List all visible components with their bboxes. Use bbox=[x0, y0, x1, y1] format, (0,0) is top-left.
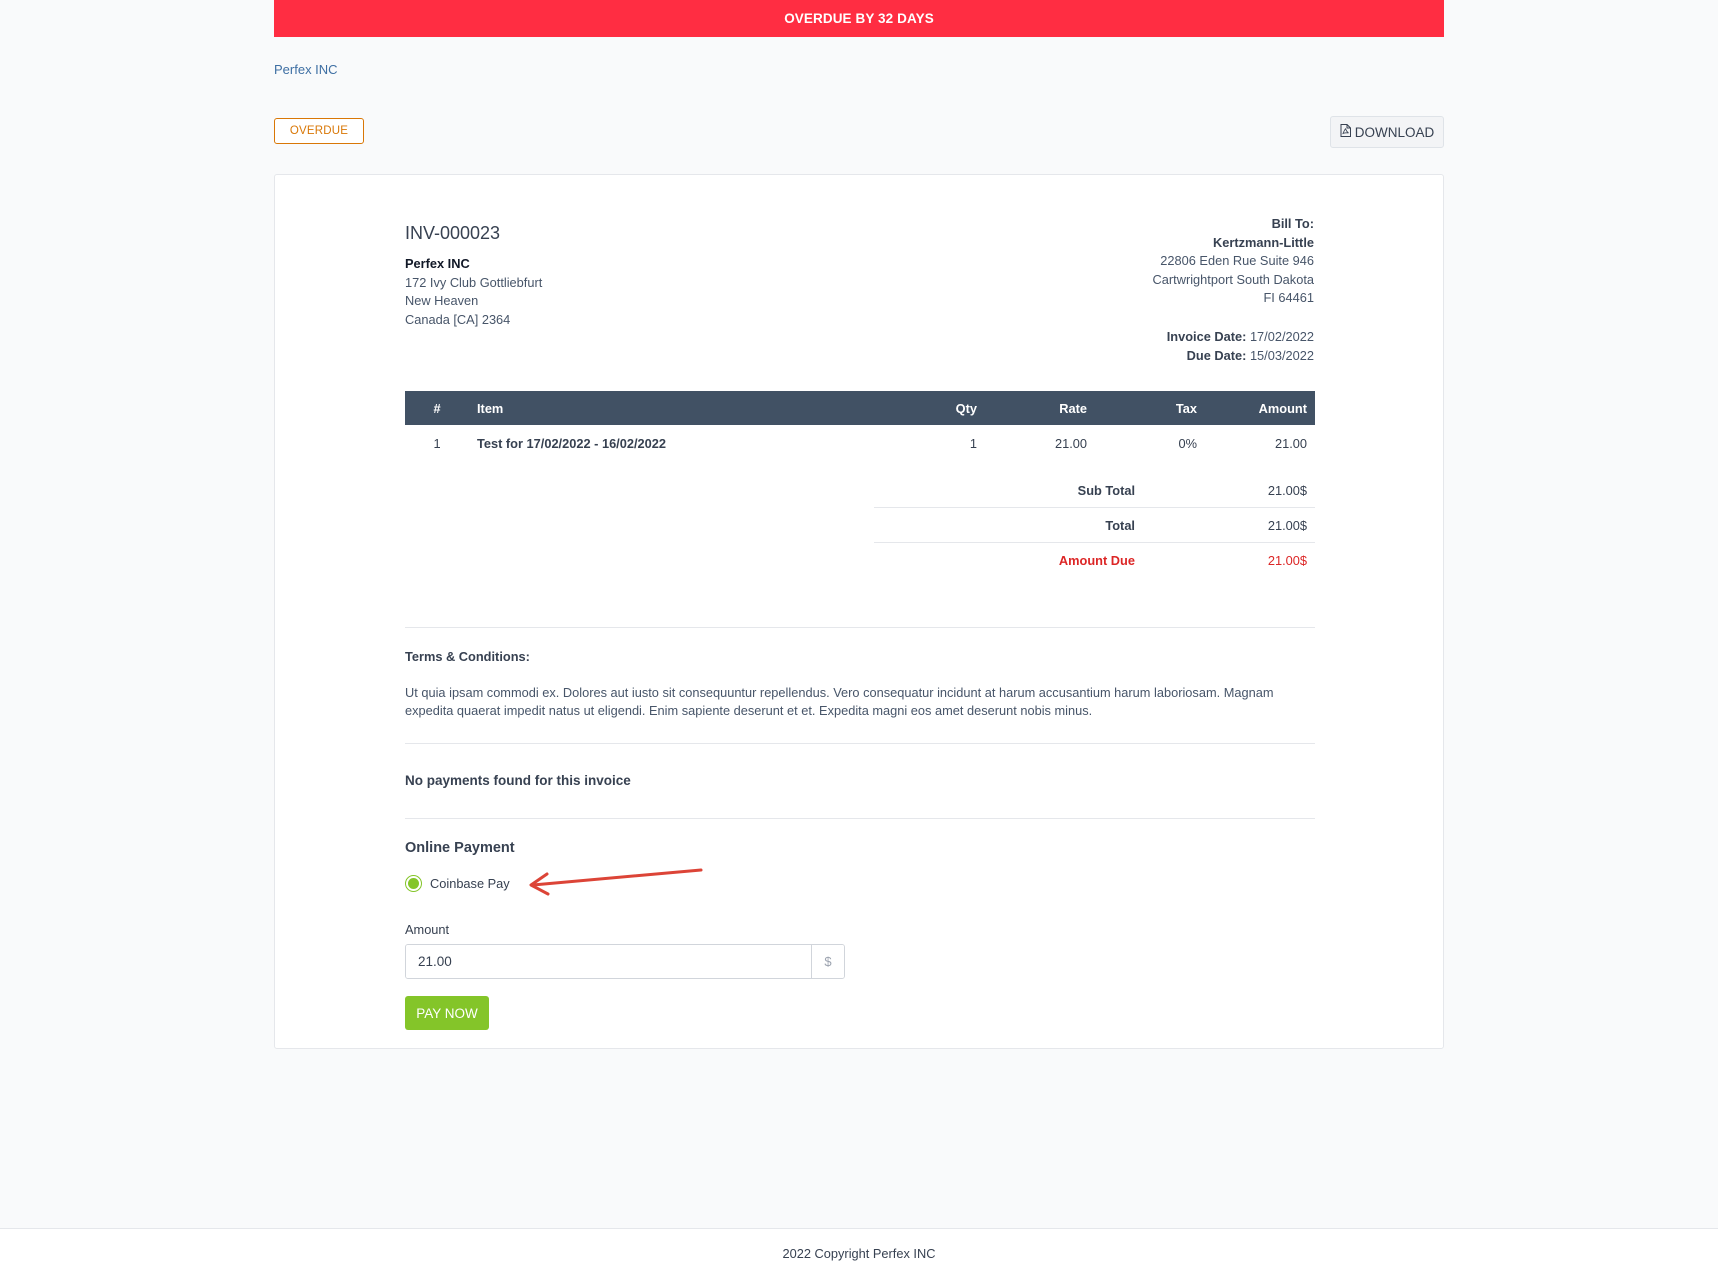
pay-now-button[interactable]: PAY NOW bbox=[405, 996, 489, 1030]
invoice-dates: Invoice Date: 17/02/2022 Due Date: 15/03… bbox=[1167, 328, 1314, 365]
divider bbox=[405, 627, 1315, 628]
terms-title: Terms & Conditions: bbox=[405, 649, 530, 664]
column-header-tax: Tax bbox=[1175, 400, 1197, 416]
pdf-file-icon bbox=[1340, 124, 1351, 140]
from-address-line: 172 Ivy Club Gottliebfurt bbox=[405, 274, 543, 290]
from-address-line: Canada [CA] 2364 bbox=[405, 311, 511, 327]
divider bbox=[405, 818, 1315, 819]
column-header-amount: Amount bbox=[1258, 400, 1307, 416]
table-header-row: # Item Qty Rate Tax Amount bbox=[405, 391, 1315, 425]
amount-due-row: Amount Due 21.00$ bbox=[874, 543, 1315, 578]
column-header-rate: Rate bbox=[1059, 400, 1087, 416]
radio-selected-dot bbox=[408, 878, 419, 889]
row-qty: 1 bbox=[969, 435, 977, 451]
bill-to-address: Bill To: Kertzmann-Little 22806 Eden Rue… bbox=[1153, 215, 1314, 308]
bill-to-line: 22806 Eden Rue Suite 946 bbox=[1160, 253, 1314, 268]
invoice-date-row: Invoice Date: 17/02/2022 bbox=[1167, 328, 1314, 347]
total-label: Total bbox=[1105, 517, 1135, 533]
online-payment-title: Online Payment bbox=[405, 840, 515, 856]
invoice-card: INV-000023 Perfex INC 172 Ivy Club Gottl… bbox=[274, 174, 1444, 1049]
column-header-number: # bbox=[433, 400, 441, 416]
items-table: # Item Qty Rate Tax Amount 1 Test for 17… bbox=[405, 391, 1315, 461]
payment-method-radio[interactable] bbox=[405, 875, 422, 892]
divider bbox=[405, 743, 1315, 744]
bill-to-name: Kertzmann-Little bbox=[1213, 234, 1314, 250]
amount-input-group: $ bbox=[405, 944, 845, 979]
invoice-date-label: Invoice Date: bbox=[1166, 329, 1247, 344]
amount-input[interactable] bbox=[406, 945, 811, 978]
row-item: Test for 17/02/2022 - 16/02/2022 bbox=[477, 435, 666, 451]
subtotal-value: 21.00$ bbox=[1267, 482, 1307, 498]
due-date-row: Due Date: 15/03/2022 bbox=[1167, 347, 1314, 366]
table-row: 1 Test for 17/02/2022 - 16/02/2022 1 21.… bbox=[405, 425, 1315, 461]
annotation-arrow-icon bbox=[529, 868, 703, 896]
bill-to-line: Cartwrightport South Dakota bbox=[1152, 271, 1314, 287]
company-link[interactable]: Perfex INC bbox=[274, 62, 338, 77]
payment-method-label: Coinbase Pay bbox=[430, 876, 510, 891]
totals-block: Sub Total 21.00$ Total 21.00$ Amount Due… bbox=[874, 473, 1315, 578]
status-badge: OVERDUE bbox=[274, 118, 364, 144]
column-header-item: Item bbox=[477, 400, 504, 416]
amount-due-value: 21.00$ bbox=[1267, 553, 1307, 568]
footer: 2022 Copyright Perfex INC bbox=[0, 1228, 1718, 1279]
payment-method-coinbase[interactable]: Coinbase Pay bbox=[405, 875, 510, 892]
from-company-name: Perfex INC bbox=[405, 256, 470, 271]
bill-to-line: FI 64461 bbox=[1263, 290, 1314, 305]
total-value: 21.00$ bbox=[1267, 517, 1307, 533]
row-rate: 21.00 bbox=[1054, 435, 1087, 451]
invoice-number: INV-000023 bbox=[405, 223, 501, 243]
subtotal-label: Sub Total bbox=[1077, 482, 1135, 498]
terms-text: Ut quia ipsam commodi ex. Dolores aut iu… bbox=[405, 685, 1274, 718]
currency-addon: $ bbox=[811, 945, 844, 978]
row-number: 1 bbox=[433, 435, 441, 451]
column-header-qty: Qty bbox=[955, 400, 977, 416]
subtotal-row: Sub Total 21.00$ bbox=[874, 473, 1315, 508]
bill-to-heading: Bill To: bbox=[1271, 216, 1314, 231]
from-address: Perfex INC 172 Ivy Club Gottliebfurt New… bbox=[405, 255, 542, 329]
due-date-label: Due Date: bbox=[1186, 347, 1247, 363]
overdue-banner: OVERDUE BY 32 DAYS bbox=[274, 0, 1444, 37]
from-address-line: New Heaven bbox=[405, 293, 479, 308]
amount-label: Amount bbox=[405, 922, 450, 937]
total-row: Total 21.00$ bbox=[874, 508, 1315, 543]
copyright-text: 2022 Copyright Perfex INC bbox=[782, 1246, 936, 1261]
row-tax: 0% bbox=[1178, 435, 1198, 451]
row-amount: 21.00 bbox=[1274, 435, 1307, 451]
due-date-value: 15/03/2022 bbox=[1249, 347, 1314, 363]
invoice-date-value: 17/02/2022 bbox=[1249, 329, 1314, 344]
download-label: DOWNLOAD bbox=[1354, 124, 1435, 140]
amount-due-label: Amount Due bbox=[1058, 553, 1135, 568]
download-button[interactable]: DOWNLOAD bbox=[1330, 116, 1444, 148]
payments-message: No payments found for this invoice bbox=[405, 773, 631, 788]
